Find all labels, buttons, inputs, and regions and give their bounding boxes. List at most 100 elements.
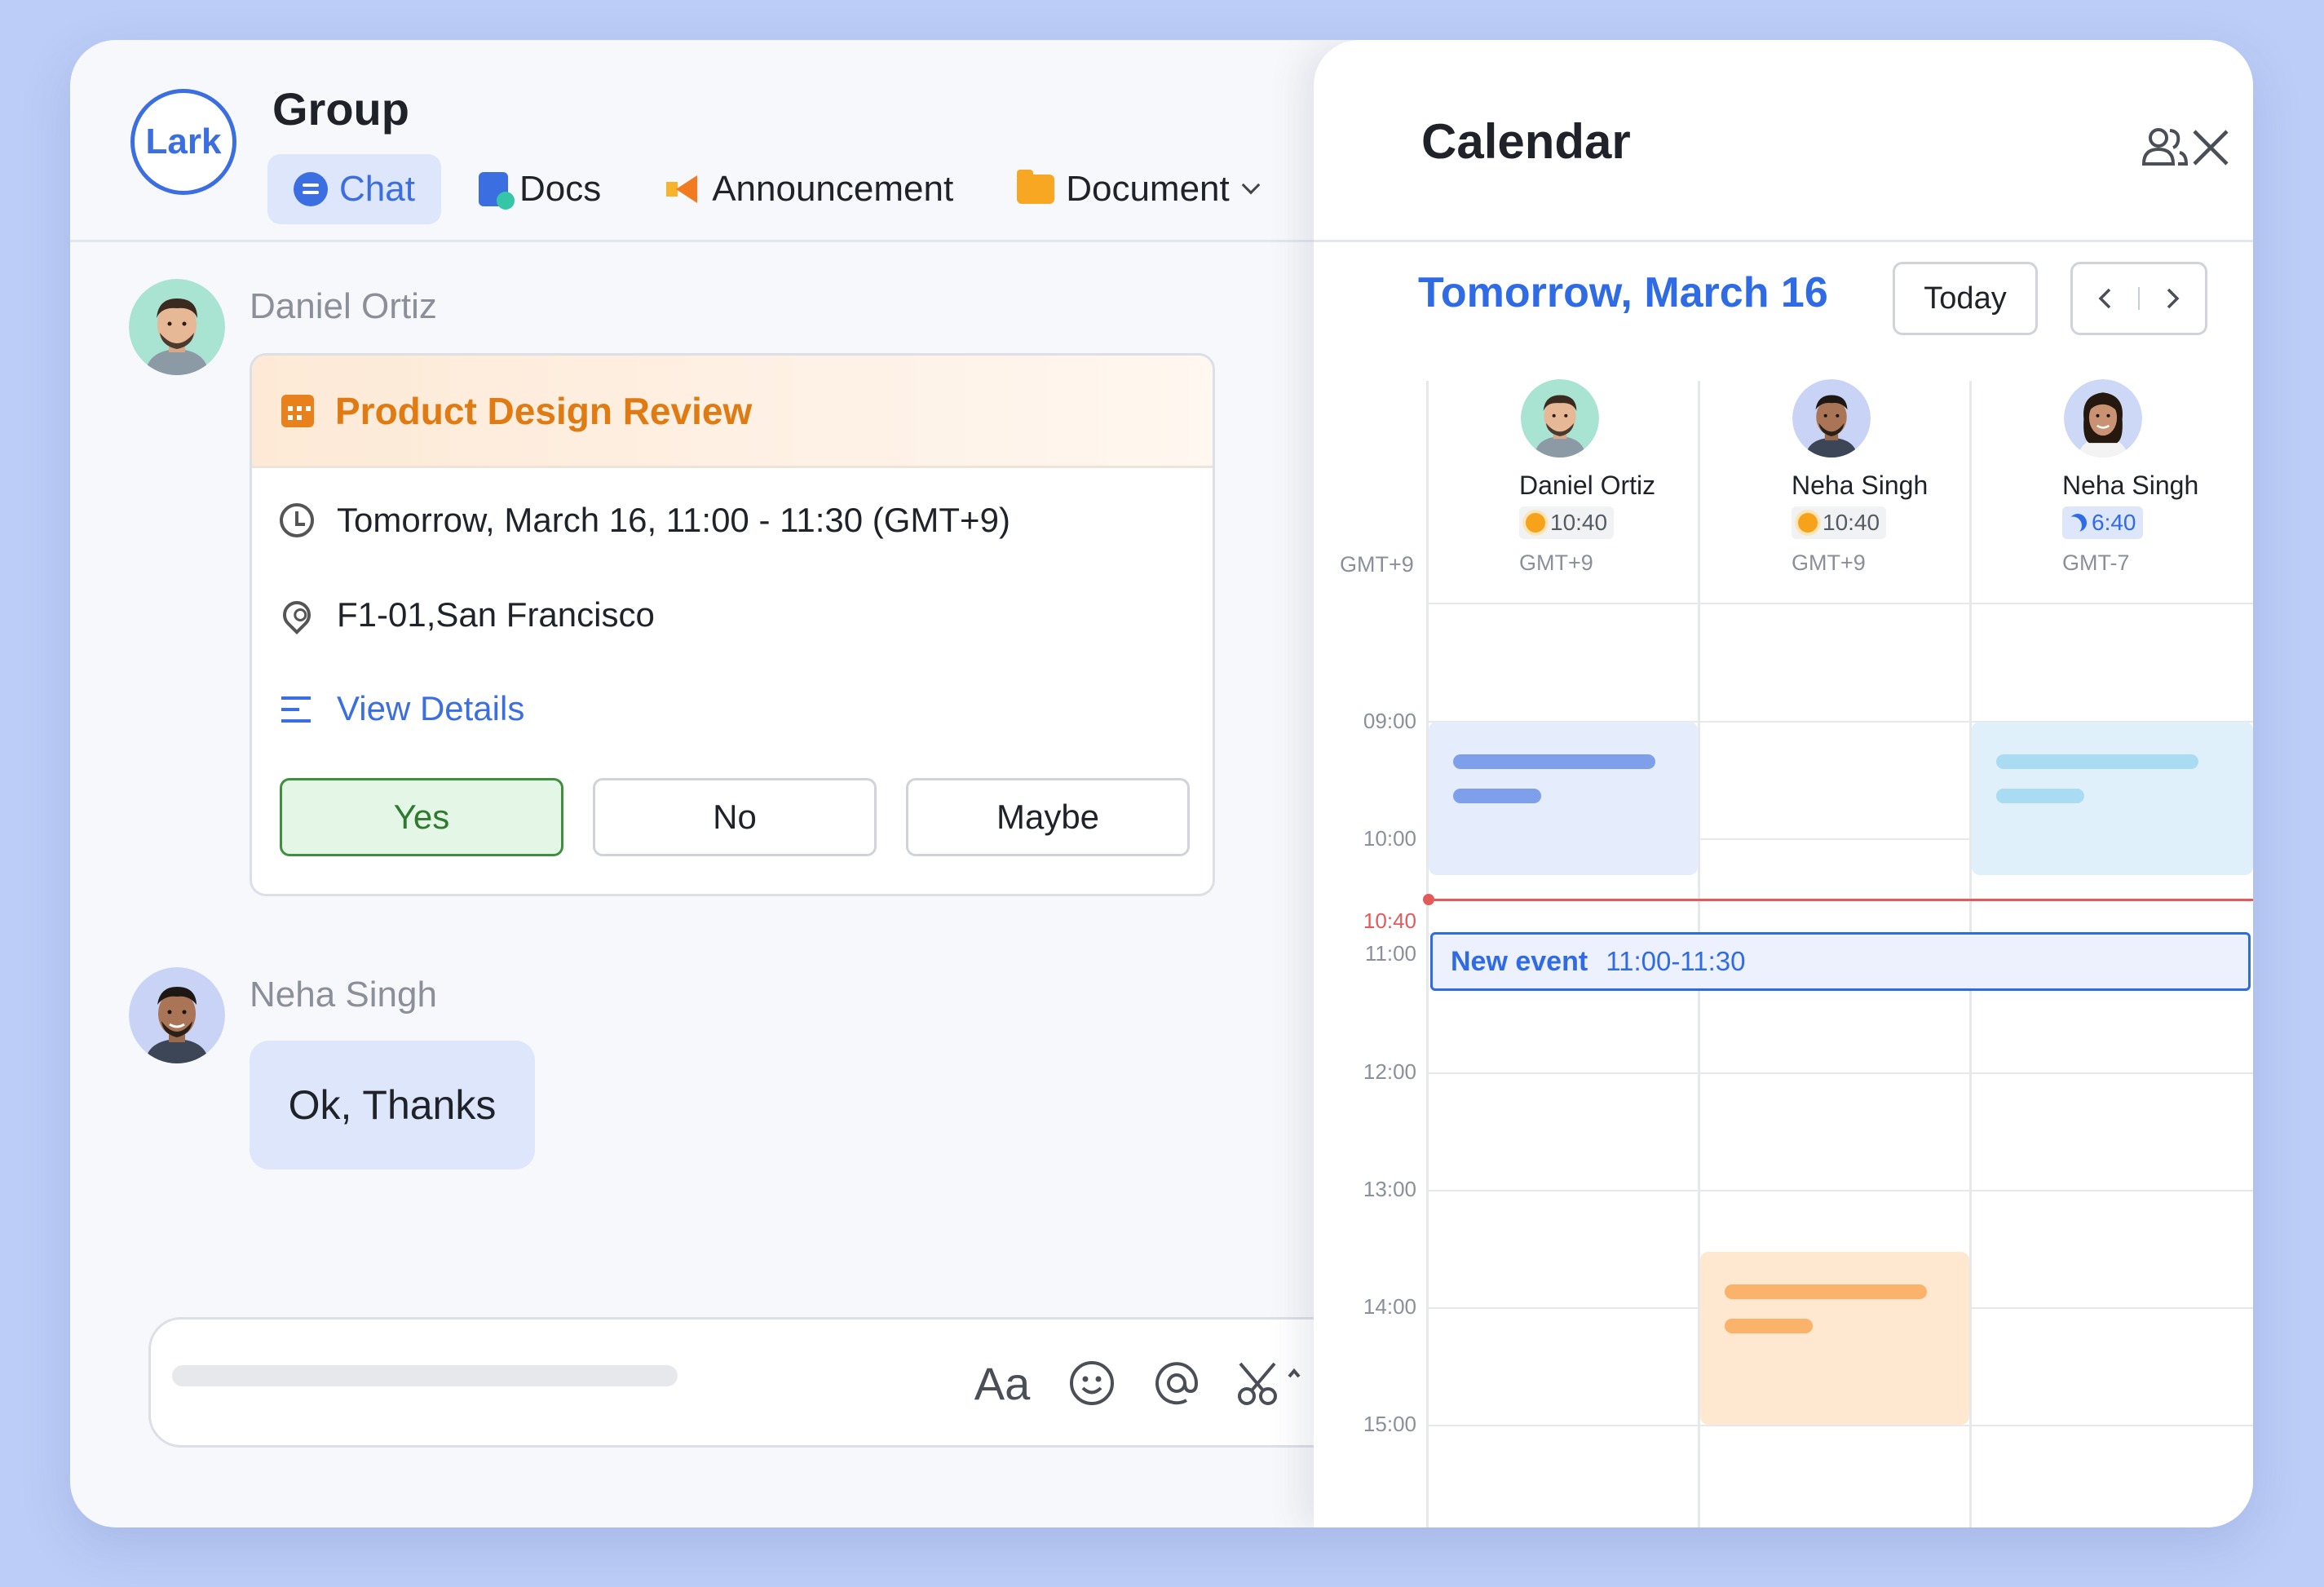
message-bubble: Ok, Thanks xyxy=(250,1041,535,1169)
busy-placeholder-bar xyxy=(1453,789,1541,803)
rsvp-maybe-button[interactable]: Maybe xyxy=(906,778,1190,856)
base-timezone-label: GMT+9 xyxy=(1340,552,1414,577)
chevron-left-icon xyxy=(2098,288,2111,309)
attendee-local-time: 10:40 xyxy=(1792,506,1887,539)
message-input[interactable] xyxy=(172,1365,678,1386)
sun-icon xyxy=(1798,513,1818,533)
tab-docs[interactable]: Docs xyxy=(453,154,627,224)
date-navigation xyxy=(2070,262,2207,335)
view-details-link[interactable]: View Details xyxy=(280,689,524,728)
next-day-button[interactable] xyxy=(2140,264,2205,333)
grid-hour-line xyxy=(1428,1425,2253,1426)
details-list-icon xyxy=(280,692,314,726)
calendar-panel: Calendar Tomorrow, March 16 Today GMT+9 … xyxy=(1314,40,2253,1527)
chevron-down-icon xyxy=(1241,175,1261,195)
group-title: Group xyxy=(272,83,409,135)
attendee-name: Neha Singh xyxy=(1792,471,1929,500)
location-pin-icon xyxy=(276,595,317,635)
message-sender: Neha Singh xyxy=(250,975,437,1015)
tab-document[interactable]: Document xyxy=(991,154,1284,224)
new-event-block[interactable]: New event 11:00-11:30 xyxy=(1430,932,2251,991)
busy-placeholder-bar xyxy=(1996,789,2084,803)
event-datetime: Tomorrow, March 16, 11:00 - 11:30 (GMT+9… xyxy=(337,501,1010,539)
grid-hour-line xyxy=(1428,1072,2253,1074)
attendee-timezone: GMT+9 xyxy=(1792,550,1866,575)
avatar-neha-singh[interactable] xyxy=(129,967,225,1063)
event-card-header: Product Design Review xyxy=(252,356,1213,468)
attendee-avatar-daniel-ortiz[interactable] xyxy=(1521,379,1599,458)
view-details-label: View Details xyxy=(337,689,525,727)
busy-placeholder-bar xyxy=(1725,1284,1927,1299)
busy-placeholder-bar xyxy=(1996,754,2198,769)
new-event-time: 11:00-11:30 xyxy=(1606,946,1746,976)
grid-column-divider xyxy=(1426,381,1429,1527)
hour-label: 14:00 xyxy=(1363,1294,1416,1319)
close-icon[interactable] xyxy=(2183,120,2238,175)
text-format-icon[interactable]: Aa xyxy=(970,1354,1035,1412)
hour-label: 13:00 xyxy=(1363,1177,1416,1201)
busy-block[interactable] xyxy=(1700,1252,1969,1425)
tab-docs-label: Docs xyxy=(519,169,602,209)
current-time-dot xyxy=(1423,894,1434,905)
busy-block[interactable] xyxy=(1972,722,2253,875)
message-composer: Aa xyxy=(148,1317,1420,1448)
avatar-daniel-ortiz[interactable] xyxy=(129,279,225,375)
hour-label: 10:00 xyxy=(1363,826,1416,851)
attendee-local-time-value: 10:40 xyxy=(1550,510,1608,535)
previous-day-button[interactable] xyxy=(2073,264,2138,333)
app-window: Lark Group Chat Docs Announcement Docume… xyxy=(70,40,2253,1527)
event-invite-card: Product Design Review Tomorrow, March 16… xyxy=(250,353,1215,896)
calendar-title: Calendar xyxy=(1421,114,1631,169)
new-event-title: New event xyxy=(1451,945,1588,977)
emoji-icon[interactable] xyxy=(1063,1354,1121,1412)
megaphone-icon xyxy=(665,172,700,206)
attendee-avatar-neha-singh-2[interactable] xyxy=(2064,379,2142,458)
busy-block[interactable] xyxy=(1429,722,1698,875)
clock-icon xyxy=(280,503,314,537)
current-time-label: 10:40 xyxy=(1363,908,1416,933)
attendee-timezone: GMT+9 xyxy=(1519,550,1593,575)
attendee-local-time: 10:40 xyxy=(1519,506,1615,539)
hour-label: 09:00 xyxy=(1363,709,1416,733)
scissors-icon[interactable] xyxy=(1235,1354,1309,1412)
chat-tabs: Chat Docs Announcement Document xyxy=(267,154,1284,224)
moon-icon xyxy=(2066,511,2090,535)
event-title: Product Design Review xyxy=(335,389,753,432)
today-button[interactable]: Today xyxy=(1893,262,2038,335)
grid-header-divider xyxy=(1428,603,2253,604)
calendar-icon xyxy=(281,394,314,427)
hour-label: 11:00 xyxy=(1364,941,1416,966)
folder-icon xyxy=(1017,170,1055,204)
chat-header: Lark Group Chat Docs Announcement Docume… xyxy=(70,40,1318,242)
rsvp-yes-button[interactable]: Yes xyxy=(280,778,563,856)
hour-label: 15:00 xyxy=(1363,1412,1416,1436)
attendee-timezone: GMT-7 xyxy=(2062,550,2130,575)
busy-placeholder-bar xyxy=(1725,1319,1813,1333)
message-sender: Daniel Ortiz xyxy=(250,286,437,326)
docs-icon xyxy=(478,172,515,210)
tab-chat-label: Chat xyxy=(339,169,415,209)
attendee-local-time-value: 10:40 xyxy=(1823,510,1880,535)
attendee-local-time-value: 6:40 xyxy=(2092,510,2136,535)
attendee-name: Neha Singh xyxy=(2062,471,2199,500)
calendar-date-title: Tomorrow, March 16 xyxy=(1418,269,1828,316)
sun-icon xyxy=(1526,513,1545,533)
tab-chat[interactable]: Chat xyxy=(267,154,441,224)
event-datetime-row: Tomorrow, March 16, 11:00 - 11:30 (GMT+9… xyxy=(280,501,1010,540)
tab-announcement-label: Announcement xyxy=(712,169,954,209)
event-location: F1-01,San Francisco xyxy=(337,595,655,634)
tab-document-label: Document xyxy=(1066,169,1230,209)
hour-label: 12:00 xyxy=(1363,1059,1416,1084)
rsvp-no-button[interactable]: No xyxy=(593,778,877,856)
attendee-avatar-neha-singh[interactable] xyxy=(1792,379,1871,458)
attendee-name: Daniel Ortiz xyxy=(1519,471,1656,500)
tab-announcement[interactable]: Announcement xyxy=(638,154,979,224)
grid-hour-line xyxy=(1428,1190,2253,1191)
mention-icon[interactable] xyxy=(1147,1354,1206,1412)
lark-logo: Lark xyxy=(130,89,236,195)
event-location-row: F1-01,San Francisco xyxy=(276,595,655,635)
calendar-header: Calendar xyxy=(1314,40,2253,242)
busy-placeholder-bar xyxy=(1453,754,1655,769)
attendee-local-time: 6:40 xyxy=(2062,506,2143,539)
chevron-right-icon xyxy=(2167,288,2180,309)
